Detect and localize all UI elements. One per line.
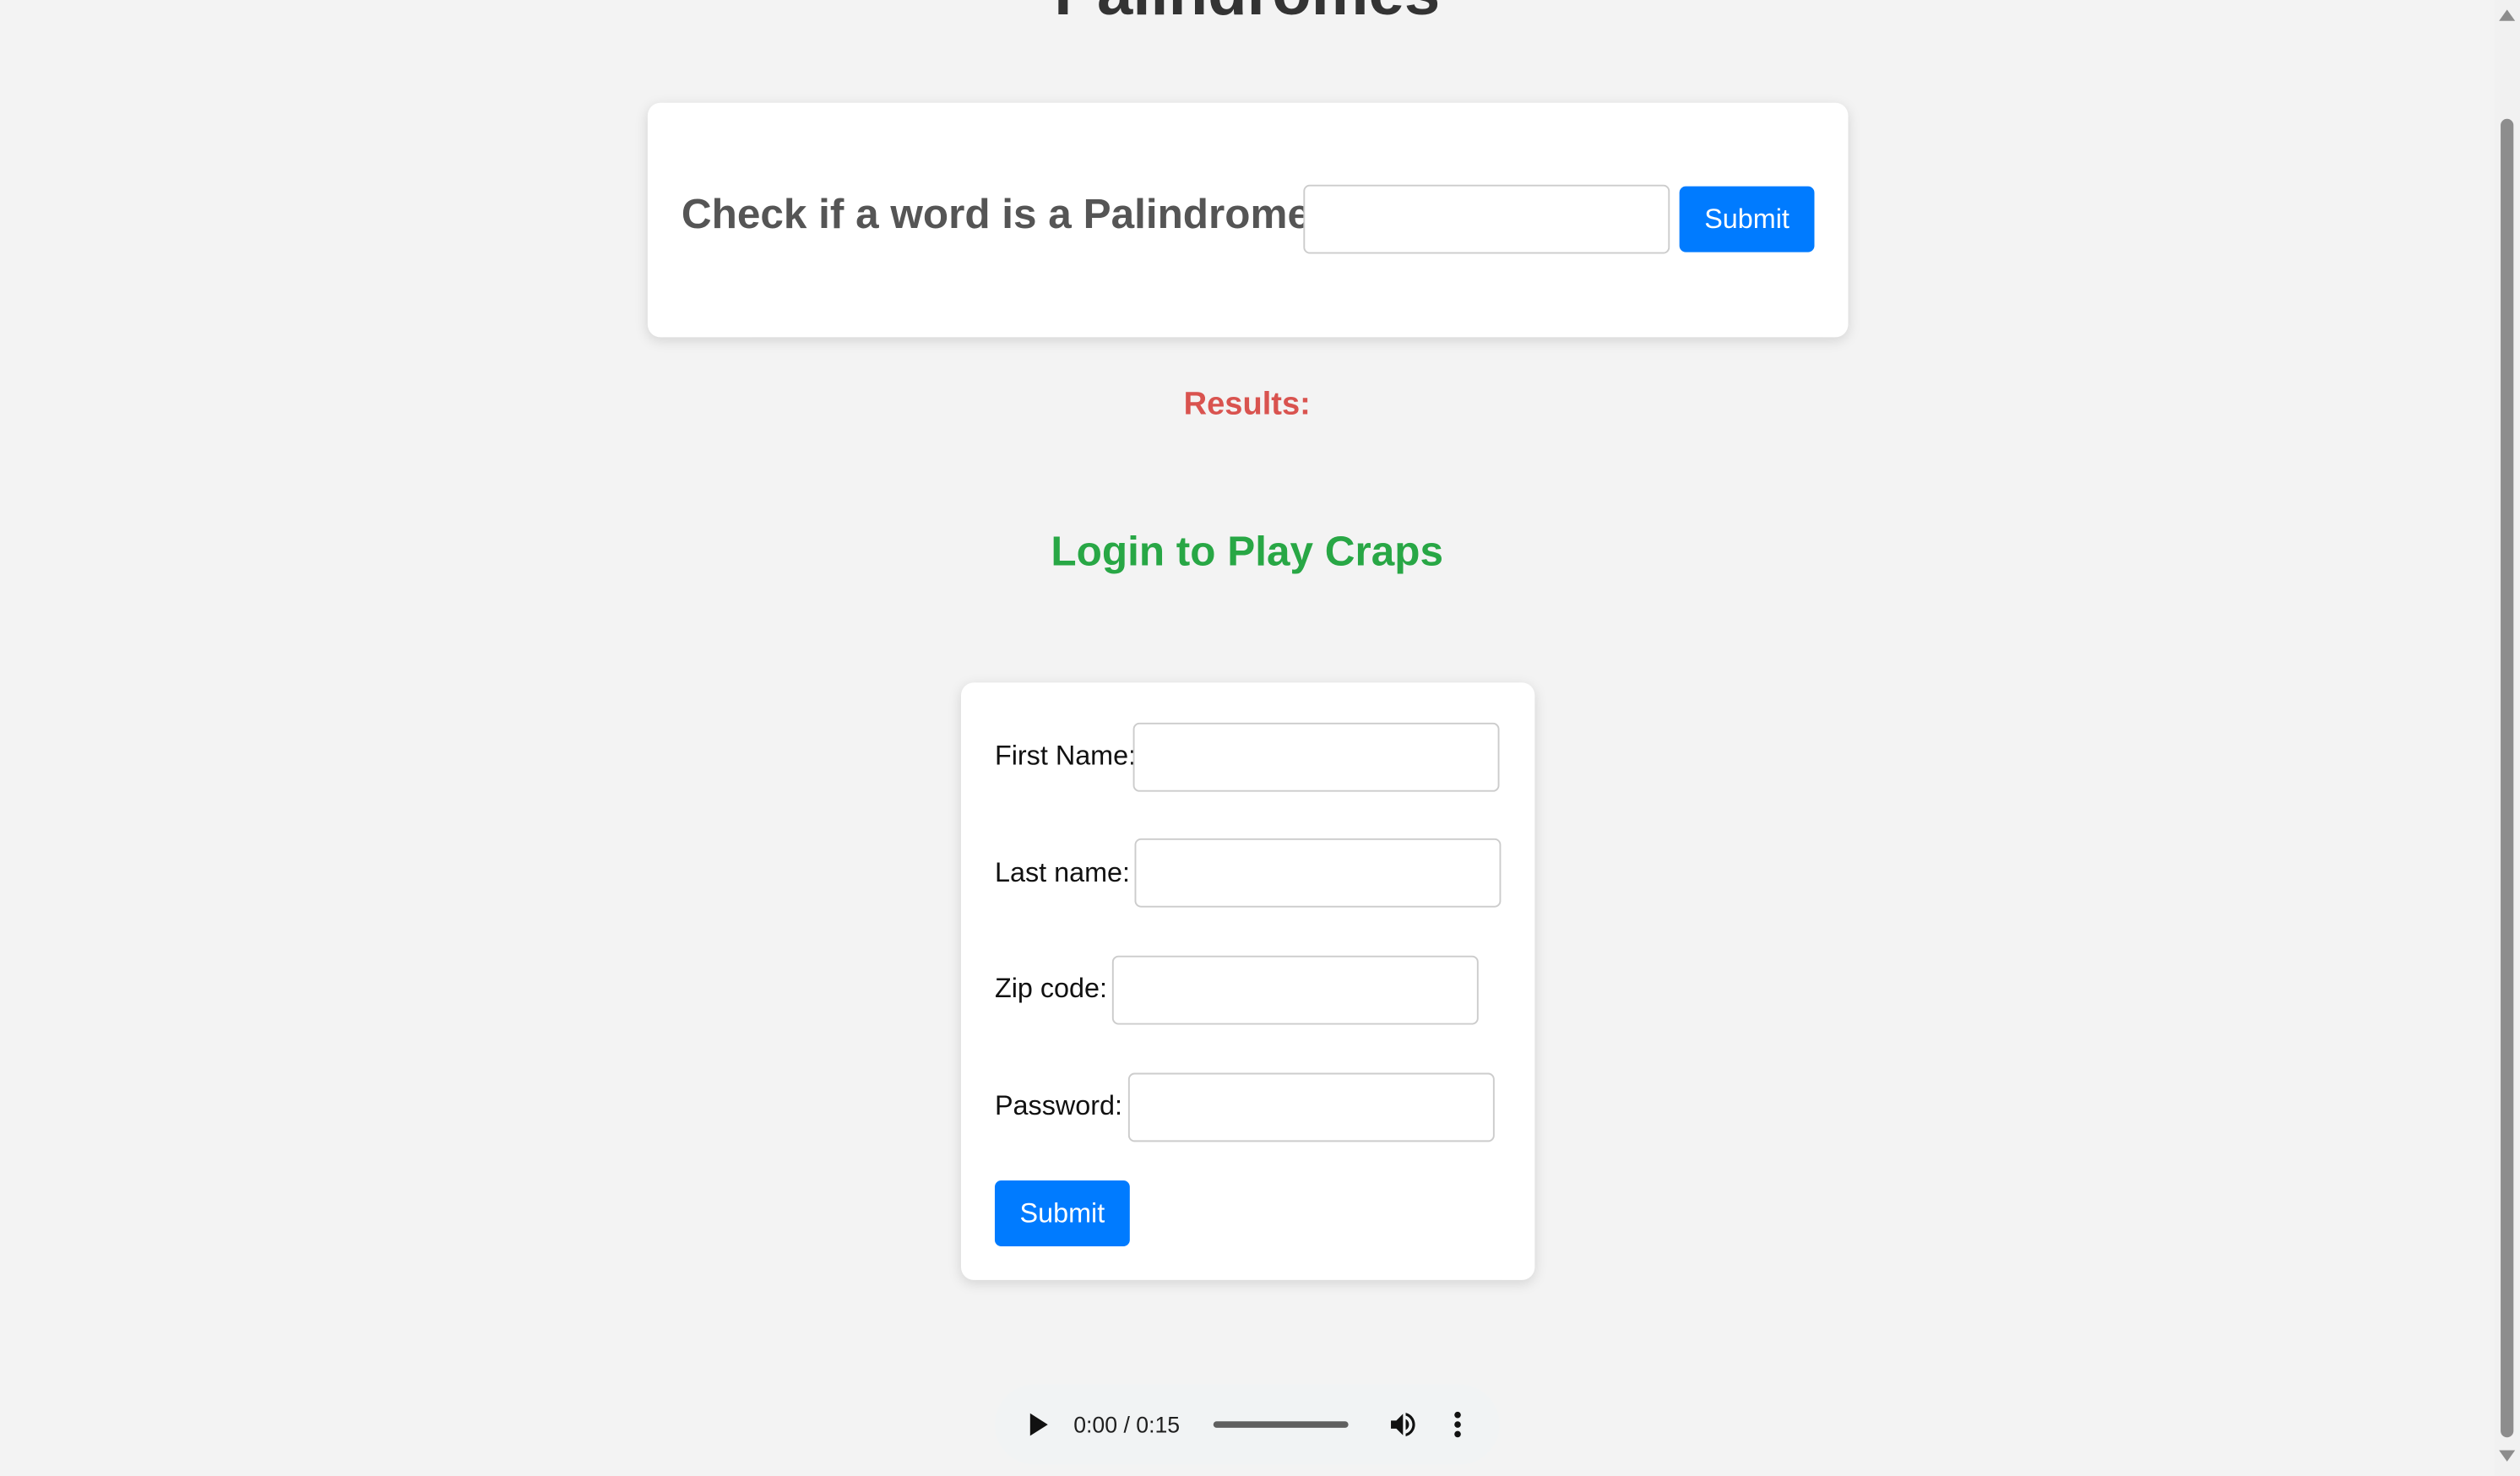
palindrome-label: Check if a word is a Palindrome — [681, 189, 1312, 238]
scroll-down-arrow-icon[interactable] — [2499, 1450, 2516, 1462]
zip-code-label: Zip code: — [994, 973, 1108, 1004]
password-label: Password: — [994, 1090, 1123, 1121]
play-icon[interactable] — [1029, 1413, 1048, 1436]
audio-player: 0:00 / 0:15 — [994, 1384, 1500, 1465]
scrollbar[interactable] — [2494, 0, 2520, 1476]
palindrome-input[interactable] — [1303, 184, 1670, 254]
login-submit-button[interactable]: Submit — [994, 1180, 1130, 1246]
last-name-input[interactable] — [1134, 838, 1502, 908]
password-input[interactable] — [1127, 1072, 1495, 1142]
last-name-label: Last name: — [994, 857, 1131, 888]
palindrome-submit-button[interactable]: Submit — [1679, 186, 1815, 252]
results-label: Results: — [1183, 387, 1311, 423]
scrollbar-thumb[interactable] — [2501, 118, 2514, 1438]
first-name-label: First Name: — [994, 740, 1137, 771]
audio-progress-slider[interactable] — [1213, 1421, 1349, 1428]
first-name-input[interactable] — [1132, 722, 1500, 792]
scroll-up-arrow-icon[interactable] — [2499, 9, 2516, 21]
audio-time: 0:00 / 0:15 — [1073, 1411, 1181, 1438]
zip-code-input[interactable] — [1111, 955, 1479, 1025]
palindrome-card: Check if a word is a Palindrome Submit — [647, 102, 1849, 338]
page-content: Palindromes Check if a word is a Palindr… — [0, 0, 2520, 1476]
more-vertical-icon[interactable] — [1450, 1410, 1466, 1439]
login-form: First Name: Last name: Zip code: Passwor… — [960, 682, 1535, 1280]
craps-heading: Login to Play Craps — [1051, 526, 1444, 575]
page-title: Palindromes — [0, 0, 2494, 29]
browser-viewport: Palindromes Check if a word is a Palindr… — [0, 0, 2520, 1476]
volume-icon[interactable] — [1387, 1408, 1419, 1441]
